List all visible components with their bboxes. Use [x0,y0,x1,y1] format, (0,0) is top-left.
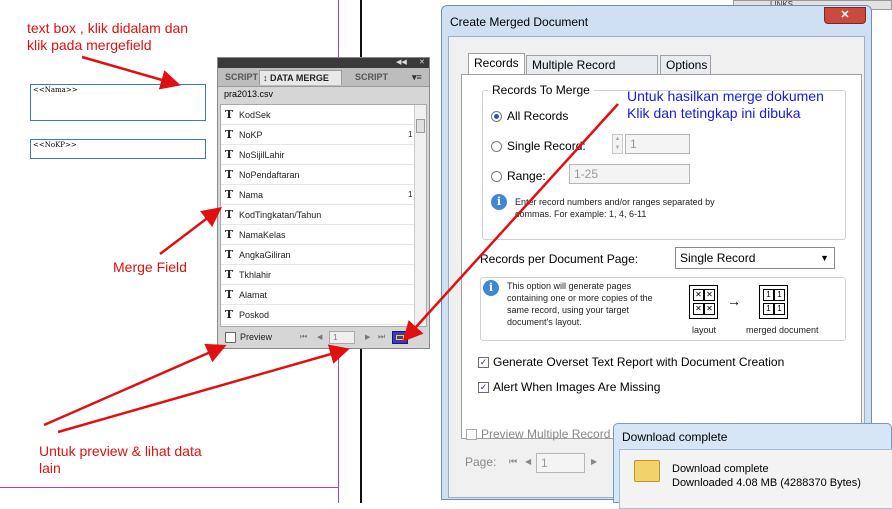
arrow-to-create-button [402,103,619,342]
arrow-to-textbox [81,55,181,90]
annotation-arrows [43,55,619,434]
arrow-to-record-nav [57,344,350,434]
arrow-to-merge-field [159,206,222,255]
arrow-to-preview [43,343,227,427]
